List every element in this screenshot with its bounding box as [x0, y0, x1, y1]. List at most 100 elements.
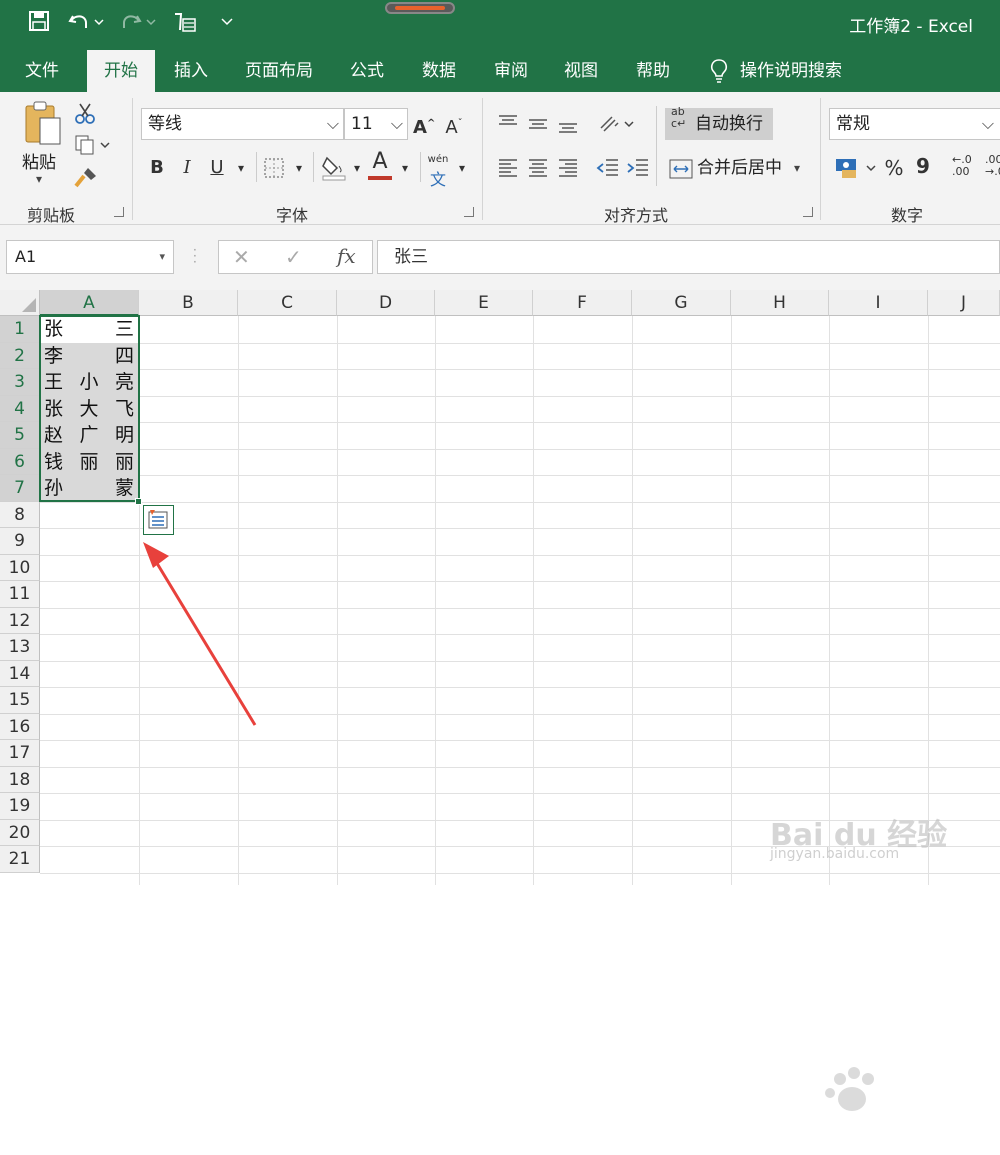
tab-help[interactable]: 帮助	[622, 50, 684, 92]
underline-dropdown-icon[interactable]: ▾	[232, 156, 250, 180]
row-header-10[interactable]: 10	[0, 554, 40, 581]
merge-dropdown-icon[interactable]: ▾	[794, 152, 800, 184]
row-header-18[interactable]: 18	[0, 766, 40, 793]
fill-handle[interactable]	[135, 498, 142, 505]
select-all-button[interactable]	[0, 290, 40, 316]
row-header-9[interactable]: 9	[0, 528, 40, 555]
save-icon[interactable]	[28, 10, 50, 37]
font-size-combo[interactable]: 11 ⌵	[344, 108, 408, 140]
tab-file[interactable]: 文件	[12, 50, 72, 92]
row-header-20[interactable]: 20	[0, 819, 40, 846]
alignment-launcher-icon[interactable]	[803, 207, 813, 217]
middle-align-icon[interactable]	[527, 116, 549, 136]
borders-icon[interactable]	[263, 157, 285, 183]
row-header-14[interactable]: 14	[0, 660, 40, 687]
tab-home[interactable]: 开始	[87, 50, 155, 92]
tab-page-layout[interactable]: 页面布局	[232, 50, 326, 92]
column-header-a[interactable]: A	[40, 290, 139, 316]
top-align-icon[interactable]	[497, 114, 519, 134]
tell-me-search[interactable]: 操作说明搜索	[740, 50, 860, 92]
align-center-icon[interactable]	[527, 158, 549, 182]
column-header-f[interactable]: F	[533, 290, 632, 316]
grow-font-icon[interactable]: A^	[413, 112, 435, 140]
clipboard-launcher-icon[interactable]	[114, 207, 124, 217]
orientation-icon[interactable]	[598, 114, 634, 138]
row-header-2[interactable]: 2	[0, 342, 40, 369]
row-header-7[interactable]: 7	[0, 475, 40, 502]
comma-style-button[interactable]: 9	[915, 154, 931, 178]
phonetic-guide-icon[interactable]: 文	[426, 166, 450, 190]
borders-dropdown-icon[interactable]: ▾	[290, 156, 308, 180]
paste-label[interactable]: 粘贴	[22, 148, 56, 173]
tab-formulas[interactable]: 公式	[336, 50, 398, 92]
copy-icon[interactable]	[74, 134, 110, 160]
tab-data[interactable]: 数据	[408, 50, 470, 92]
tab-review[interactable]: 审阅	[480, 50, 542, 92]
name-box[interactable]: A1 ▾	[6, 240, 174, 274]
font-name-combo[interactable]: 等线 ⌵	[141, 108, 344, 140]
row-header-1[interactable]: 1	[0, 316, 40, 343]
row-header-6[interactable]: 6	[0, 448, 40, 475]
insert-function-icon[interactable]: fx	[337, 244, 356, 268]
cut-icon[interactable]	[74, 102, 96, 128]
row-header-13[interactable]: 13	[0, 634, 40, 661]
accounting-format-icon[interactable]	[834, 156, 878, 184]
redo-icon[interactable]	[120, 10, 156, 37]
percent-style-button[interactable]: %	[882, 156, 906, 180]
enter-icon[interactable]: ✓	[285, 245, 302, 269]
italic-button[interactable]: I	[176, 156, 198, 180]
bold-button[interactable]: B	[146, 156, 168, 180]
resize-handle-icon[interactable]: · · ·	[193, 244, 197, 268]
row-header-4[interactable]: 4	[0, 395, 40, 422]
tab-insert[interactable]: 插入	[160, 50, 222, 92]
column-header-b[interactable]: B	[139, 290, 238, 316]
column-header-g[interactable]: G	[632, 290, 731, 316]
worksheet-grid[interactable]: ABCDEFGHIJ 1 2 3 4 5 6 7 8 9 10 11 12 13 14 15 16 17 18 19…	[0, 290, 1000, 1111]
column-header-j[interactable]: J	[928, 290, 1000, 316]
customize-toolbar-icon[interactable]	[220, 10, 234, 37]
font-color-dropdown-icon[interactable]: ▾	[396, 156, 414, 180]
phonetic-dropdown-icon[interactable]: ▾	[453, 156, 471, 180]
undo-icon[interactable]	[68, 10, 104, 37]
row-header-21[interactable]: 21	[0, 846, 40, 873]
column-header-h[interactable]: H	[731, 290, 829, 316]
merge-center-button[interactable]: 合并后居中 ▾	[666, 152, 811, 184]
bottom-align-icon[interactable]	[557, 118, 579, 138]
font-color-icon[interactable]: A	[368, 150, 392, 174]
decrease-decimal-icon[interactable]: .00→.0	[985, 154, 1000, 178]
touch-grip[interactable]	[385, 2, 455, 14]
row-header-3[interactable]: 3	[0, 369, 40, 396]
column-header-e[interactable]: E	[435, 290, 533, 316]
font-launcher-icon[interactable]	[464, 207, 474, 217]
tab-view[interactable]: 视图	[550, 50, 612, 92]
row-header-19[interactable]: 19	[0, 793, 40, 820]
row-header-8[interactable]: 8	[0, 501, 40, 528]
column-header-i[interactable]: I	[829, 290, 928, 316]
column-header-d[interactable]: D	[337, 290, 435, 316]
paste-icon[interactable]	[22, 100, 64, 154]
increase-indent-icon[interactable]	[626, 158, 650, 182]
underline-button[interactable]: U	[206, 156, 228, 180]
row-header-12[interactable]: 12	[0, 607, 40, 634]
shrink-font-icon[interactable]: Aˇ	[443, 112, 465, 140]
row-header-17[interactable]: 17	[0, 740, 40, 767]
format-painter-icon[interactable]	[74, 166, 98, 192]
formula-input[interactable]: 张三	[377, 240, 1000, 274]
column-header-c[interactable]: C	[238, 290, 337, 316]
name-box-dropdown-icon[interactable]: ▾	[159, 241, 165, 273]
cancel-icon[interactable]: ✕	[233, 245, 250, 269]
align-left-icon[interactable]	[497, 158, 519, 182]
fill-color-dropdown-icon[interactable]: ▾	[348, 156, 366, 180]
row-header-15[interactable]: 15	[0, 687, 40, 714]
increase-decimal-icon[interactable]: ←.0.00	[952, 154, 972, 178]
fill-color-icon[interactable]	[321, 154, 347, 186]
wrap-text-button[interactable]: ab c↵ 自动换行	[665, 106, 773, 140]
align-right-icon[interactable]	[557, 158, 579, 182]
clear-format-icon[interactable]	[172, 10, 198, 39]
row-header-5[interactable]: 5	[0, 422, 40, 449]
row-header-11[interactable]: 11	[0, 581, 40, 608]
number-format-combo[interactable]: 常规 ⌵	[829, 108, 1000, 140]
decrease-indent-icon[interactable]	[596, 158, 620, 182]
paste-dropdown-icon[interactable]: ▾	[36, 172, 42, 186]
row-header-16[interactable]: 16	[0, 713, 40, 740]
